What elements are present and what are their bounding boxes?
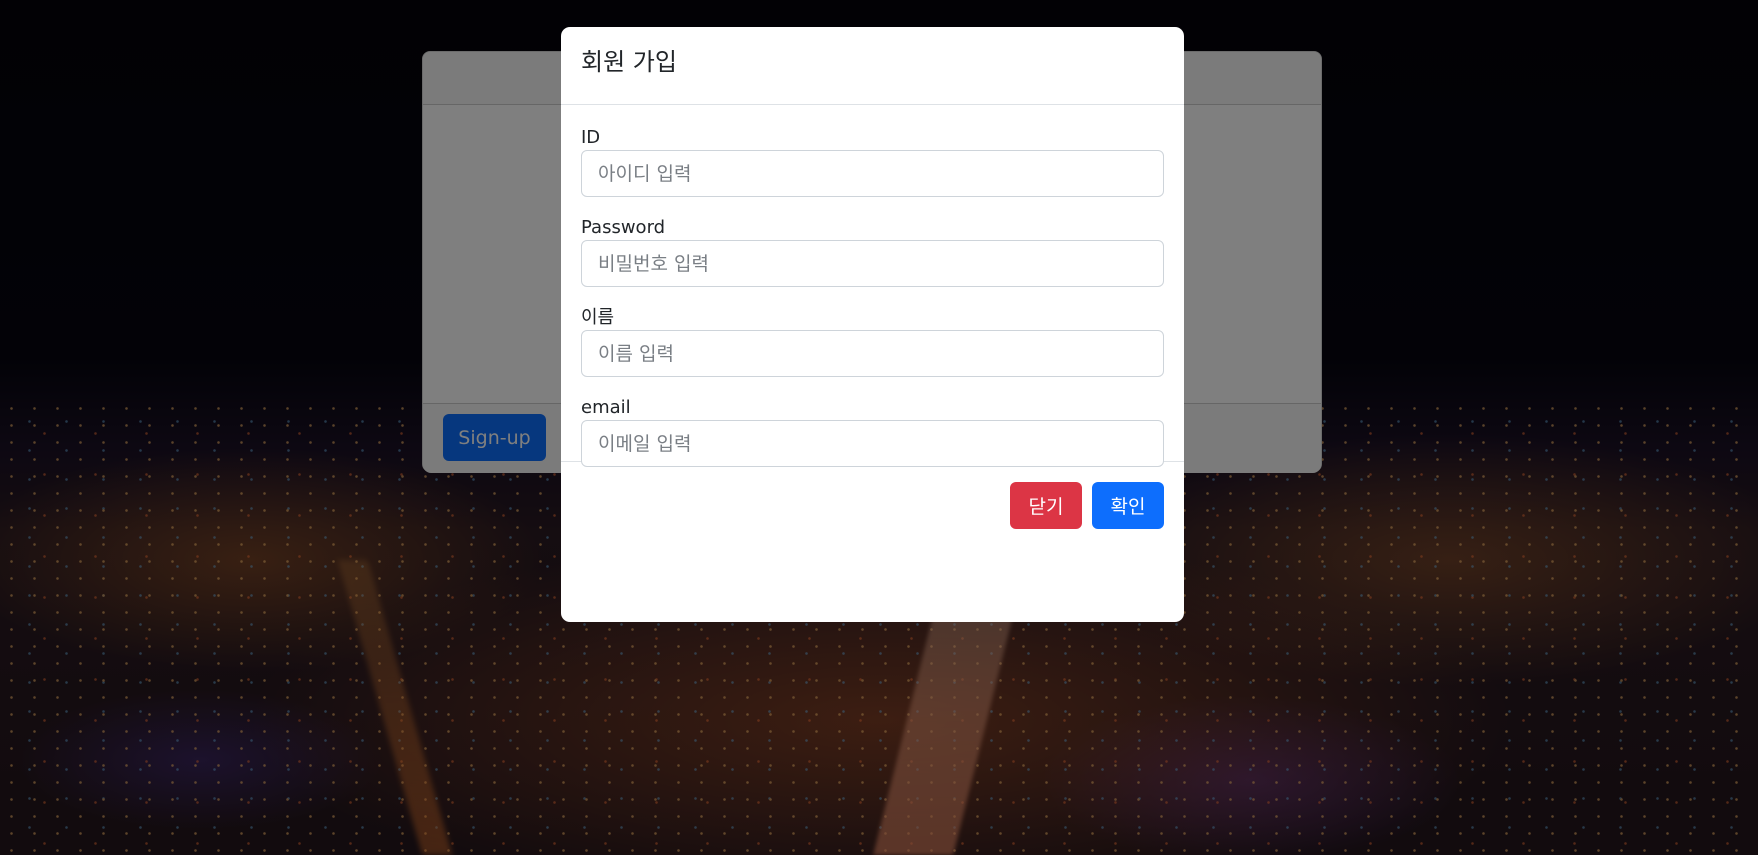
password-input[interactable] [581, 240, 1164, 287]
password-field-group: Password [581, 217, 1164, 287]
id-field-group: ID [581, 127, 1164, 197]
close-button[interactable]: 닫기 [1010, 482, 1082, 529]
confirm-button[interactable]: 확인 [1092, 482, 1164, 529]
email-input[interactable] [581, 420, 1164, 467]
modal-body: ID Password 이름 email [561, 105, 1184, 467]
password-label: Password [581, 217, 666, 238]
email-field-group: email [581, 397, 1164, 467]
name-label: 이름 [581, 307, 615, 328]
signup-modal: 회원 가입 ID Password 이름 email 닫기 확인 [561, 27, 1184, 622]
name-field-group: 이름 [581, 307, 1164, 377]
modal-header: 회원 가입 [561, 27, 1184, 105]
page: Sign-up 회원 가입 ID Password 이름 email [0, 0, 1758, 855]
email-label: email [581, 397, 631, 418]
modal-title: 회원 가입 [581, 48, 677, 76]
modal-footer: 닫기 확인 [561, 462, 1184, 621]
name-input[interactable] [581, 330, 1164, 377]
id-label: ID [581, 127, 601, 148]
id-input[interactable] [581, 150, 1164, 197]
